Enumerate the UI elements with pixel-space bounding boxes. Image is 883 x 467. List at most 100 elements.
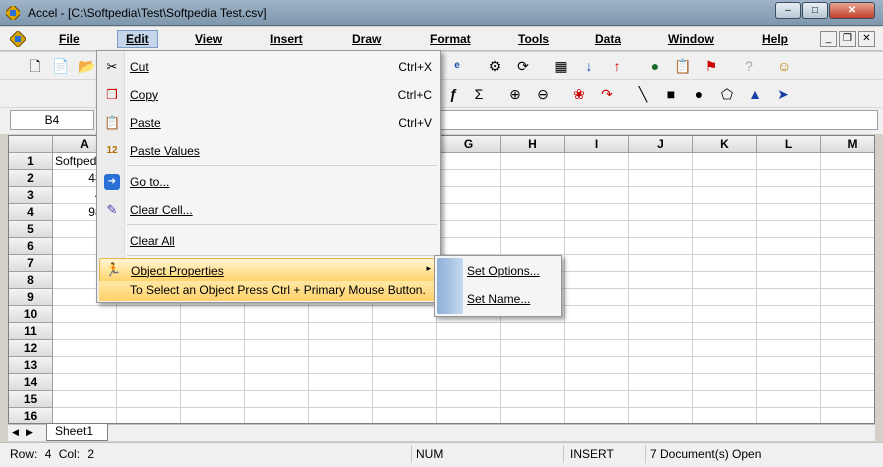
autosum-icon[interactable]: Σ xyxy=(470,85,488,103)
table-icon[interactable]: ▦ xyxy=(552,57,570,75)
pointer-tool-icon[interactable]: ▲ xyxy=(746,85,764,103)
line-tool-icon[interactable]: ╲ xyxy=(634,85,652,103)
row-header[interactable]: 16 xyxy=(9,408,53,423)
menu-item-clear-all[interactable]: Clear All xyxy=(99,228,438,254)
menu-item-set-name[interactable]: Set Name... xyxy=(467,292,530,306)
tab-scroll-right-icon[interactable]: ▶ xyxy=(26,427,33,438)
title-bar: Accel - [C:\Softpedia\Test\Softpedia Tes… xyxy=(0,0,883,26)
globe-icon[interactable]: ● xyxy=(646,57,664,75)
menu-item-object-properties[interactable]: 🏃 Object Properties ▸ xyxy=(99,258,438,282)
window-title: Accel - [C:\Softpedia\Test\Softpedia Tes… xyxy=(28,6,267,20)
goto-label: Go to... xyxy=(130,175,170,189)
menu-format[interactable]: Format xyxy=(430,32,471,46)
menu-help[interactable]: Help xyxy=(762,32,788,46)
color-icon[interactable]: ❀ xyxy=(570,85,588,103)
menu-item-set-options[interactable]: Set Options... xyxy=(467,264,540,278)
row-header[interactable]: 10 xyxy=(9,306,53,323)
send-icon[interactable]: ➤ xyxy=(774,85,792,103)
select-all-corner[interactable] xyxy=(9,136,53,153)
copy-label: Copy xyxy=(130,88,159,102)
menu-item-cut[interactable]: ✂ Cut Ctrl+X xyxy=(99,54,438,80)
maximize-button[interactable]: □ xyxy=(802,2,828,19)
menu-tools[interactable]: Tools xyxy=(518,32,549,46)
column-header-m[interactable]: M xyxy=(821,136,874,153)
cut-label: Cut xyxy=(130,60,149,74)
copy-sheets-icon[interactable]: 📄 xyxy=(52,57,70,75)
open-folder-icon[interactable]: 📂 xyxy=(78,57,96,75)
document-icon[interactable] xyxy=(10,31,26,47)
new-file-icon[interactable]: 🗋 xyxy=(26,57,44,75)
arrow-tool-icon[interactable]: ↷ xyxy=(598,85,616,103)
ellipse-tool-icon[interactable]: ● xyxy=(690,85,708,103)
zoom-in-icon[interactable]: ⊕ xyxy=(506,85,524,103)
menu-item-paste-values[interactable]: 12 Paste Values xyxy=(99,138,438,164)
column-header-l[interactable]: L xyxy=(757,136,821,153)
help-context-icon[interactable]: ? xyxy=(740,57,758,75)
row-header[interactable]: 7 xyxy=(9,255,53,272)
row-gridline xyxy=(53,356,874,357)
row-header[interactable]: 8 xyxy=(9,272,53,289)
menu-draw[interactable]: Draw xyxy=(352,32,381,46)
menu-separator xyxy=(127,224,437,225)
status-documents: 7 Document(s) Open xyxy=(650,447,762,461)
row-header[interactable]: 11 xyxy=(9,323,53,340)
row-gridline xyxy=(53,390,874,391)
row-header[interactable]: 5 xyxy=(9,221,53,238)
status-position: Row: 4 Col: 2 xyxy=(8,445,412,463)
filter-icon[interactable]: ⚑ xyxy=(702,57,720,75)
about-icon[interactable]: ☺ xyxy=(775,57,793,75)
column-header-h[interactable]: H xyxy=(501,136,565,153)
paste-values-label: Paste Values xyxy=(130,144,200,158)
row-header[interactable]: 15 xyxy=(9,391,53,408)
function-icon[interactable]: ƒ xyxy=(444,85,462,103)
column-header-i[interactable]: I xyxy=(565,136,629,153)
menu-item-goto[interactable]: ➜ Go to... xyxy=(99,169,438,195)
row-header[interactable]: 3 xyxy=(9,187,53,204)
rectangle-tool-icon[interactable]: ■ xyxy=(662,85,680,103)
menu-edit[interactable]: Edit xyxy=(117,30,158,48)
column-header-j[interactable]: J xyxy=(629,136,693,153)
menu-hint-text: To Select an Object Press Ctrl + Primary… xyxy=(99,281,438,301)
menu-data[interactable]: Data xyxy=(595,32,621,46)
row-header[interactable]: 9 xyxy=(9,289,53,306)
chart-wizard-icon[interactable]: ⚙ xyxy=(486,57,504,75)
row-header[interactable]: 6 xyxy=(9,238,53,255)
cut-shortcut: Ctrl+X xyxy=(398,60,432,74)
row-header[interactable]: 1 xyxy=(9,153,53,170)
menu-insert[interactable]: Insert xyxy=(270,32,303,46)
menu-view[interactable]: View xyxy=(195,32,222,46)
formula-input[interactable] xyxy=(440,110,878,130)
tab-scroll-left-icon[interactable]: ◀ xyxy=(12,427,19,438)
mdi-close-button[interactable]: ✕ xyxy=(858,31,875,47)
sheet-tab-sheet1[interactable]: Sheet1 xyxy=(46,424,108,441)
properties-icon[interactable]: 📋 xyxy=(674,57,692,75)
link-icon[interactable]: e xyxy=(448,57,466,75)
clear-all-label: Clear All xyxy=(130,234,175,248)
menu-item-paste[interactable]: 📋 Paste Ctrl+V xyxy=(99,110,438,136)
column-header-k[interactable]: K xyxy=(693,136,757,153)
row-value: 4 xyxy=(44,447,52,461)
row-header[interactable]: 4 xyxy=(9,204,53,221)
row-header[interactable]: 13 xyxy=(9,357,53,374)
menu-file[interactable]: File xyxy=(59,32,80,46)
polygon-tool-icon[interactable]: ⬠ xyxy=(718,85,736,103)
zoom-out-icon[interactable]: ⊖ xyxy=(534,85,552,103)
sort-ascending-icon[interactable]: ↓ xyxy=(580,57,598,75)
row-header[interactable]: 2 xyxy=(9,170,53,187)
goal-seek-icon[interactable]: ⟳ xyxy=(514,57,532,75)
minimize-button[interactable]: – xyxy=(775,2,801,19)
sort-descending-icon[interactable]: ↑ xyxy=(608,57,626,75)
object-properties-icon: 🏃 xyxy=(105,262,122,277)
mdi-minimize-button[interactable]: _ xyxy=(820,31,837,47)
menu-item-copy[interactable]: ❐ Copy Ctrl+C xyxy=(99,82,438,108)
close-button[interactable]: ✕ xyxy=(829,2,875,19)
mdi-restore-button[interactable]: ❐ xyxy=(839,31,856,47)
menu-item-clear-cell[interactable]: ✎ Clear Cell... xyxy=(99,197,438,223)
eraser-icon: ✎ xyxy=(106,202,118,217)
row-header[interactable]: 14 xyxy=(9,374,53,391)
menu-window[interactable]: Window xyxy=(668,32,714,46)
cell-reference-box[interactable]: B4 xyxy=(10,110,94,130)
row-header[interactable]: 12 xyxy=(9,340,53,357)
column-header-g[interactable]: G xyxy=(437,136,501,153)
status-bar: Row: 4 Col: 2 NUM INSERT 7 Document(s) O… xyxy=(0,442,883,467)
